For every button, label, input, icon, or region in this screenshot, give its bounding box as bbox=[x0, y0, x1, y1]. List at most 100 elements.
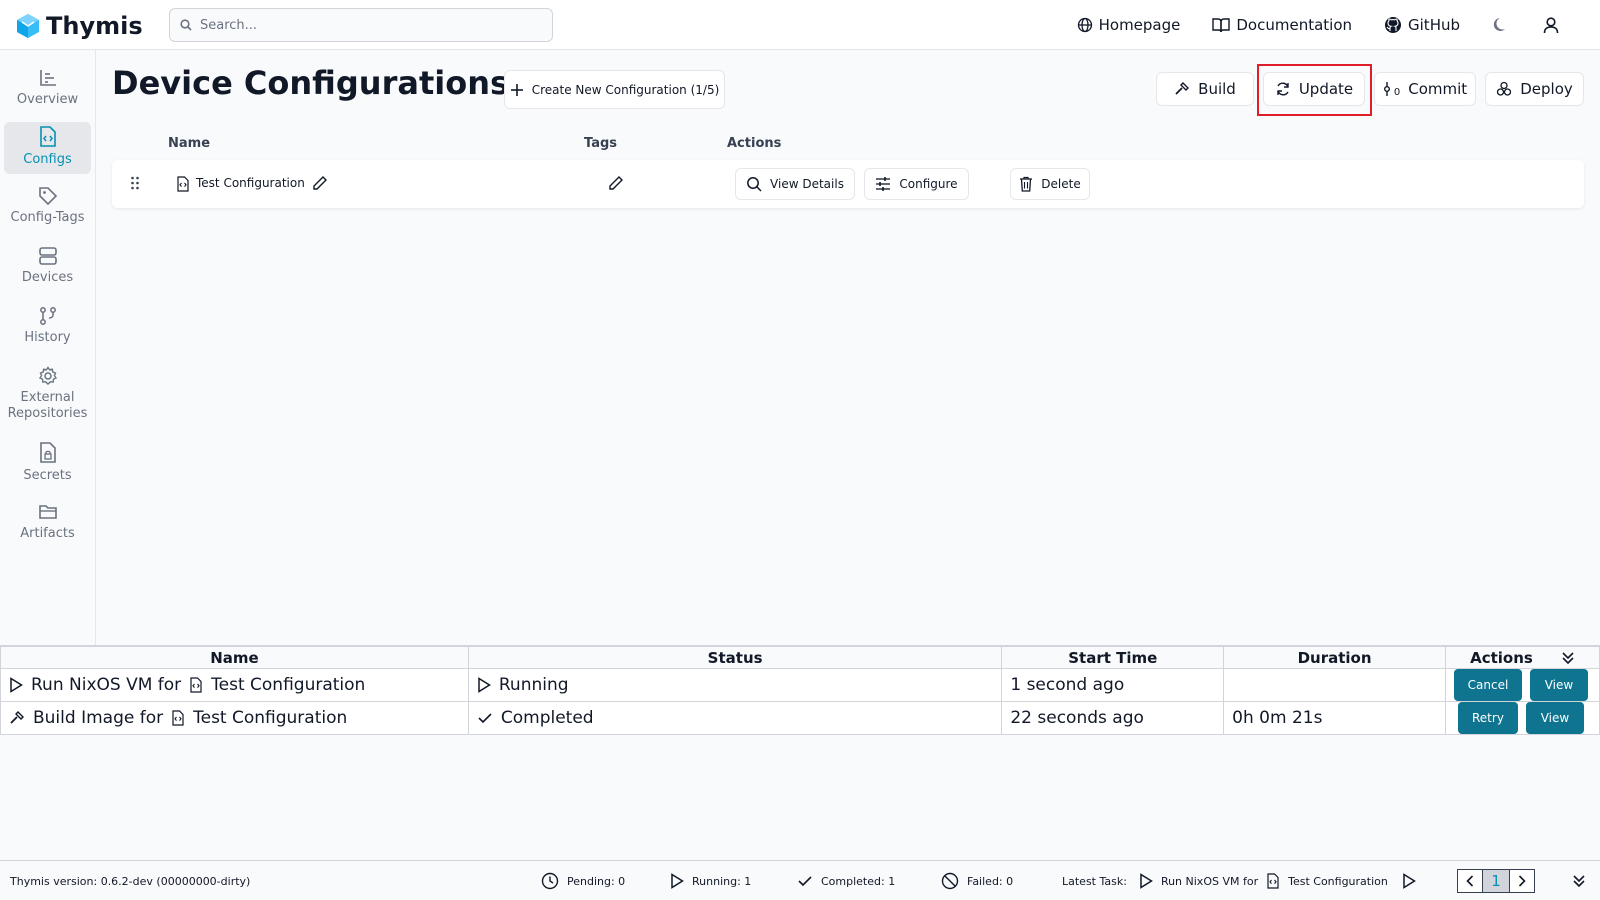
task-status-cell: Running bbox=[467, 668, 1003, 702]
check-icon bbox=[797, 874, 813, 888]
sidebar-item-label: Overview bbox=[16, 92, 79, 107]
header-nav: Homepage Documentation GitHub bbox=[1045, 0, 1560, 50]
theme-toggle[interactable] bbox=[1492, 16, 1510, 34]
server-icon bbox=[38, 246, 58, 266]
sidebar-item-external-repositories[interactable]: External Repositories bbox=[4, 362, 91, 428]
table-row: Test Configuration View Details Configur… bbox=[112, 160, 1584, 208]
play-icon[interactable] bbox=[1402, 873, 1416, 889]
latest-task-label: Latest Task: bbox=[1062, 874, 1127, 888]
search-input[interactable] bbox=[200, 17, 530, 33]
sidebar-item-secrets[interactable]: Secrets bbox=[4, 438, 91, 488]
deploy-label: Deploy bbox=[1520, 80, 1573, 98]
next-page-button[interactable] bbox=[1509, 869, 1535, 893]
task-panel: Name Status Start Time Duration Actions bbox=[0, 645, 1600, 860]
sidebar-item-label: Artifacts bbox=[20, 526, 75, 541]
sidebar-item-label: External Repositories bbox=[7, 390, 88, 421]
latest-task-prefix: Run NixOS VM for bbox=[1160, 874, 1259, 888]
top-header: Thymis Homepage Documentation GitHub bbox=[0, 0, 1600, 50]
github-link[interactable]: GitHub bbox=[1384, 16, 1460, 34]
sidebar-item-overview[interactable]: Overview bbox=[4, 64, 91, 114]
search-box[interactable] bbox=[169, 8, 553, 42]
sidebar-item-devices[interactable]: Devices bbox=[4, 242, 91, 292]
tag-icon bbox=[38, 186, 58, 206]
view-details-button[interactable]: View Details bbox=[735, 168, 855, 200]
task-config-name[interactable]: Test Configuration bbox=[211, 675, 365, 695]
configure-label: Configure bbox=[899, 177, 958, 191]
previous-page-button[interactable] bbox=[1457, 869, 1483, 893]
task-table: Name Status Start Time Duration Actions bbox=[0, 646, 1600, 735]
task-header-duration: Duration bbox=[1223, 646, 1446, 669]
edit-tags-pencil-icon[interactable] bbox=[608, 175, 624, 191]
edit-name-pencil-icon[interactable] bbox=[312, 175, 328, 191]
cancel-task-button[interactable]: Cancel bbox=[1453, 669, 1522, 701]
collapse-chevrons-icon[interactable] bbox=[1561, 651, 1575, 665]
user-icon bbox=[1542, 16, 1560, 34]
documentation-link-label: Documentation bbox=[1236, 16, 1353, 34]
sidebar-item-config-tags[interactable]: Config-Tags bbox=[4, 182, 91, 232]
pending-label: Pending: 0 bbox=[567, 874, 626, 888]
github-icon bbox=[1384, 16, 1402, 34]
app-logo[interactable]: Thymis bbox=[16, 12, 143, 40]
user-menu-button[interactable] bbox=[1542, 16, 1560, 34]
sidebar-item-configs[interactable]: Configs bbox=[4, 122, 91, 174]
github-link-label: GitHub bbox=[1408, 16, 1460, 34]
config-name[interactable]: Test Configuration bbox=[196, 176, 305, 190]
deploy-button[interactable]: Deploy bbox=[1485, 72, 1584, 106]
table-row: Build Image for Test Configuration Compl… bbox=[0, 701, 1600, 735]
failed-count: Failed: 0 bbox=[941, 861, 1013, 900]
homepage-link[interactable]: Homepage bbox=[1077, 16, 1181, 34]
task-name-prefix: Run NixOS VM for bbox=[31, 675, 182, 695]
column-header-tags: Tags bbox=[584, 136, 618, 151]
running-count: Running: 1 bbox=[670, 861, 751, 900]
chevron-right-icon bbox=[1518, 875, 1526, 887]
current-page[interactable]: 1 bbox=[1483, 869, 1509, 893]
task-name-prefix: Build Image for bbox=[33, 708, 164, 728]
sidebar-item-artifacts[interactable]: Artifacts bbox=[4, 498, 91, 548]
documentation-link[interactable]: Documentation bbox=[1212, 16, 1352, 34]
build-button[interactable]: Build bbox=[1156, 72, 1254, 106]
latest-task: Latest Task: Run NixOS VM for Test Confi… bbox=[1062, 861, 1416, 900]
retry-task-button[interactable]: Retry bbox=[1457, 702, 1518, 734]
delete-button[interactable]: Delete bbox=[1010, 168, 1090, 200]
task-status: Running bbox=[498, 675, 569, 695]
create-configuration-button[interactable]: Create New Configuration (1/5) bbox=[504, 70, 725, 109]
sidebar-item-label: Devices bbox=[21, 270, 74, 285]
task-header-start-time: Start Time bbox=[1001, 646, 1225, 669]
file-lock-icon bbox=[38, 442, 58, 464]
homepage-link-label: Homepage bbox=[1098, 16, 1181, 34]
task-actions-cell: Cancel View bbox=[1444, 668, 1600, 702]
column-header-actions: Actions bbox=[727, 136, 782, 151]
hammer-icon bbox=[1174, 81, 1190, 97]
config-table: Name Tags Actions Test Configuration Vie… bbox=[112, 128, 1584, 210]
latest-task-config[interactable]: Test Configuration bbox=[1288, 875, 1388, 888]
view-task-button[interactable]: View bbox=[1529, 669, 1588, 701]
deploy-icon bbox=[1496, 81, 1512, 97]
configure-button[interactable]: Configure bbox=[864, 168, 969, 200]
expand-panel[interactable] bbox=[1572, 861, 1586, 900]
task-header-name: Name bbox=[0, 646, 469, 669]
task-name-cell: Build Image for Test Configuration bbox=[0, 701, 469, 735]
column-header-name: Name bbox=[168, 136, 211, 151]
commit-count: 0 bbox=[1393, 86, 1401, 98]
task-config-name[interactable]: Test Configuration bbox=[193, 708, 347, 728]
task-header-actions-label: Actions bbox=[1470, 648, 1533, 667]
git-commit-icon bbox=[1383, 81, 1393, 97]
file-code-icon bbox=[1266, 873, 1280, 889]
sidebar: Overview Configs Config-Tags Devices His… bbox=[0, 50, 96, 645]
sidebar-item-label: Secrets bbox=[23, 468, 72, 483]
drag-handle-icon[interactable] bbox=[130, 176, 140, 190]
commit-button[interactable]: 0 Commit bbox=[1374, 72, 1476, 106]
sidebar-item-history[interactable]: History bbox=[4, 302, 91, 352]
delete-label: Delete bbox=[1041, 177, 1081, 191]
check-icon bbox=[477, 711, 493, 725]
completed-count: Completed: 1 bbox=[797, 861, 895, 900]
book-icon bbox=[1212, 17, 1231, 33]
update-highlight-box bbox=[1257, 64, 1372, 116]
moon-icon bbox=[1492, 16, 1510, 34]
task-start-time: 1 second ago bbox=[1001, 668, 1225, 702]
create-configuration-label: Create New Configuration (1/5) bbox=[531, 82, 720, 97]
commit-label: Commit bbox=[1408, 80, 1468, 98]
sidebar-item-label: Config-Tags bbox=[10, 210, 85, 225]
view-task-button[interactable]: View bbox=[1525, 702, 1584, 734]
file-code-icon bbox=[38, 126, 58, 148]
